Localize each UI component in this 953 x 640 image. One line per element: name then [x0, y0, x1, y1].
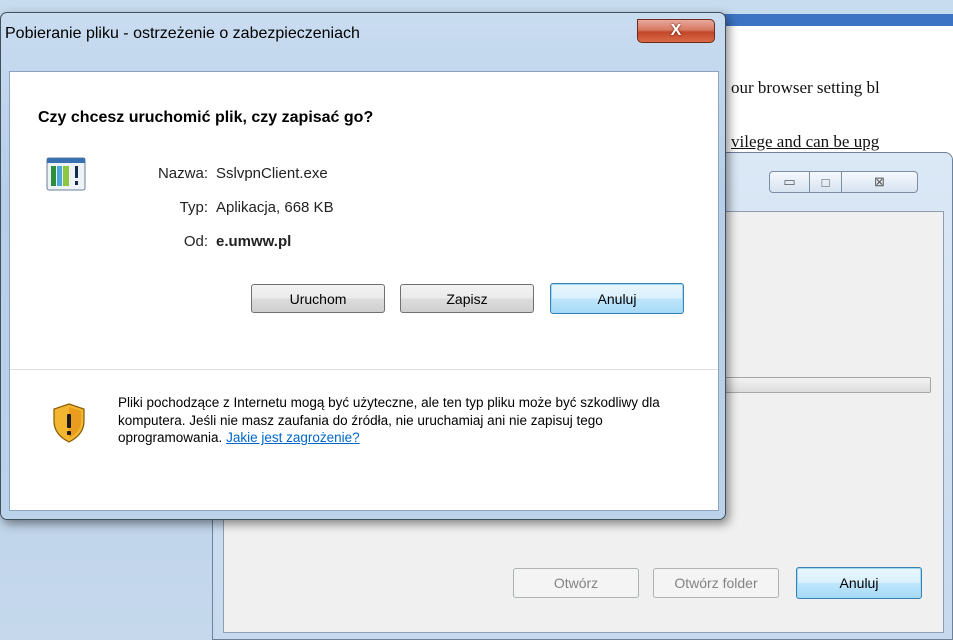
file-type-value: Aplikacja, 668 KB — [216, 199, 334, 216]
maximize-button[interactable]: □ — [810, 171, 842, 193]
download-progress-bar — [724, 377, 931, 393]
type-label: Typ: — [179, 199, 208, 216]
application-file-icon — [46, 157, 86, 191]
save-button[interactable]: Zapisz — [400, 284, 534, 313]
run-button[interactable]: Uruchom — [251, 284, 385, 313]
from-label: Od: — [183, 233, 208, 250]
divider — [10, 369, 718, 370]
dialog-question: Czy chcesz uruchomić plik, czy zapisać g… — [38, 109, 374, 126]
name-label: Nazwa: — [157, 165, 208, 182]
browser-text-line: vilege and can be upg — [731, 132, 880, 151]
warning-message: Pliki pochodzące z Internetu mogą być uż… — [118, 394, 698, 447]
minimize-button[interactable]: ▭ — [769, 171, 810, 193]
browser-text-line: our browser setting bl — [731, 78, 880, 97]
file-source-value: e.umww.pl — [216, 233, 292, 250]
open-button[interactable]: Otwórz — [513, 568, 639, 598]
window-close-button[interactable]: ⊠ — [842, 171, 918, 193]
warning-text: Pliki pochodzące z Internetu mogą być uż… — [118, 395, 660, 445]
what-is-the-risk-link[interactable]: Jakie jest zagrożenie? — [226, 430, 360, 445]
download-cancel-button[interactable]: Anuluj — [796, 567, 922, 599]
cancel-button[interactable]: Anuluj — [550, 283, 684, 314]
dialog-title: Pobieranie pliku - ostrzeżenie o zabezpi… — [5, 25, 360, 42]
open-folder-button[interactable]: Otwórz folder — [653, 568, 779, 598]
dialog-body: Czy chcesz uruchomić plik, czy zapisać g… — [9, 71, 719, 511]
dialog-close-button[interactable]: X — [637, 19, 715, 43]
security-shield-warning-icon — [52, 403, 86, 443]
security-warning-dialog: Pobieranie pliku - ostrzeżenie o zabezpi… — [0, 12, 726, 520]
file-name-value: SslvpnClient.exe — [216, 165, 328, 182]
